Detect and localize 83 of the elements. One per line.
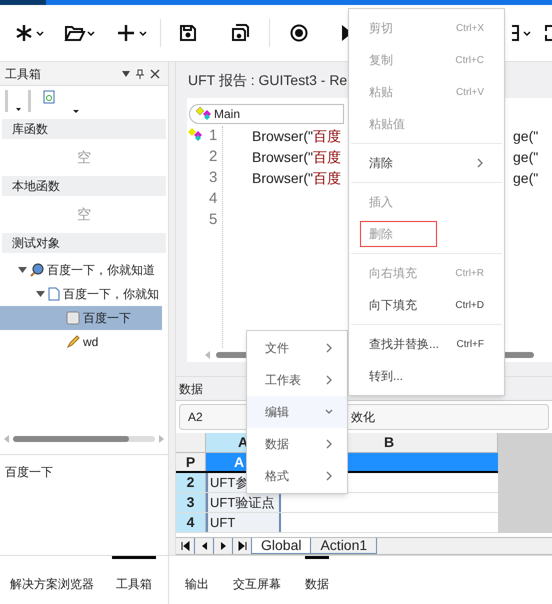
code-string: 百度 xyxy=(312,127,341,146)
panel-tab[interactable]: 输出 xyxy=(185,556,209,604)
tree-item[interactable]: wd xyxy=(0,330,168,354)
panel-tab[interactable]: 解决方案浏览器 xyxy=(10,556,94,604)
menu-item[interactable]: 文件 xyxy=(247,332,347,364)
section-header[interactable]: 测试对象 xyxy=(2,233,166,253)
chevron-right-icon xyxy=(326,375,333,385)
code-string: 百度 xyxy=(312,169,341,188)
code-text: Browser(" xyxy=(252,148,313,167)
previous-sheet-icon xyxy=(200,541,208,551)
tree-label: 百度一下，你就知 xyxy=(63,286,159,303)
code-text: ge(" xyxy=(513,169,538,188)
chevron-down-icon xyxy=(325,409,333,415)
breakpoint-icon xyxy=(188,128,202,142)
line-number: 5 xyxy=(209,210,218,230)
formula-text: 效化 xyxy=(351,409,375,426)
tree-label: wd xyxy=(83,334,98,351)
row-header: 3 xyxy=(176,493,206,512)
line-number: 3 xyxy=(209,168,218,188)
sheet-tab[interactable]: Action1 xyxy=(311,538,378,554)
scope-dropdown[interactable]: Main xyxy=(189,104,344,124)
line-number: 2 xyxy=(209,147,218,168)
tree-label: 百度一下，你就知道 xyxy=(47,262,155,279)
panel-tab[interactable]: 工具箱 xyxy=(112,556,156,604)
scope-icon xyxy=(196,107,212,121)
last-sheet-icon xyxy=(238,541,246,551)
globe-search-icon xyxy=(30,263,44,277)
section-header[interactable]: 库函数 xyxy=(2,119,166,139)
chevron-right-icon xyxy=(477,158,484,168)
menu-item[interactable]: 清除 xyxy=(349,147,504,179)
dropdown-icon[interactable] xyxy=(122,70,130,76)
shortcut-text: Ctrl+D xyxy=(455,298,484,312)
shortcut-text: Ctrl+X xyxy=(456,22,484,36)
row-header: P xyxy=(176,453,206,471)
code-text: ge(" xyxy=(513,148,538,167)
tree-item[interactable]: 百度一下，你就知道 xyxy=(0,258,168,282)
row-header: 4 xyxy=(176,513,206,532)
next-sheet-icon xyxy=(218,541,228,551)
cell-reference[interactable]: A2 xyxy=(188,410,203,424)
tree-label: 百度一下 xyxy=(83,310,131,327)
panel-title: 工具箱 xyxy=(5,66,42,82)
script-file-button[interactable] xyxy=(42,90,80,116)
shortcut-text: Ctrl+F xyxy=(456,338,484,352)
table-cell[interactable]: UFT验证点 xyxy=(206,493,281,512)
horizontal-scrollbar[interactable] xyxy=(13,436,155,442)
expand-toggle-icon[interactable] xyxy=(18,267,27,273)
sheet-tab[interactable]: Global xyxy=(252,538,312,554)
pin-icon[interactable] xyxy=(136,68,144,78)
code-text: Browser(" xyxy=(252,169,313,188)
table-cell[interactable]: UFT xyxy=(206,513,281,532)
button-object-icon xyxy=(66,311,80,325)
shortcut-text: Ctrl+R xyxy=(455,266,484,280)
first-sheet-icon xyxy=(180,541,190,551)
save-all-icon[interactable] xyxy=(231,24,249,42)
save-icon[interactable] xyxy=(179,24,197,42)
expand-toggle-icon[interactable] xyxy=(36,291,45,297)
pencil-icon xyxy=(66,335,80,349)
code-text: ge(" xyxy=(513,127,538,146)
tree-item[interactable]: 百度一下，你就知 xyxy=(0,282,168,306)
chevron-right-icon xyxy=(326,343,333,353)
row-header: 2 xyxy=(176,473,206,492)
shortcut-text: Ctrl+V xyxy=(456,86,484,100)
panel-tab[interactable]: 交互屏幕 xyxy=(233,556,281,604)
menu-item[interactable]: 向下填充 Ctrl+D xyxy=(349,289,504,321)
line-number: 1 xyxy=(209,126,218,146)
chevron-right-icon xyxy=(326,471,333,481)
line-number: 4 xyxy=(209,189,218,210)
chevron-right-icon xyxy=(326,439,333,449)
tree-item-selected[interactable]: 百度一下 xyxy=(0,306,162,330)
empty-label: 空 xyxy=(76,205,92,224)
page-icon xyxy=(48,287,60,301)
section-header[interactable]: 本地函数 xyxy=(2,176,166,196)
menu-item[interactable]: 编辑 xyxy=(247,396,347,428)
panel-tab[interactable]: 数据 xyxy=(305,556,329,604)
close-icon[interactable] xyxy=(150,68,160,78)
shortcut-text: Ctrl+C xyxy=(455,54,484,68)
code-text: Browser(" xyxy=(252,127,313,146)
document-title[interactable]: UFT 报告 : GUITest3 - Re xyxy=(188,70,348,90)
record-icon[interactable] xyxy=(290,24,308,42)
empty-label: 空 xyxy=(76,148,92,167)
menu-item[interactable]: 查找并替换... Ctrl+F xyxy=(349,328,504,360)
code-string: 百度 xyxy=(312,148,341,167)
object-description: 百度一下 xyxy=(4,464,54,481)
